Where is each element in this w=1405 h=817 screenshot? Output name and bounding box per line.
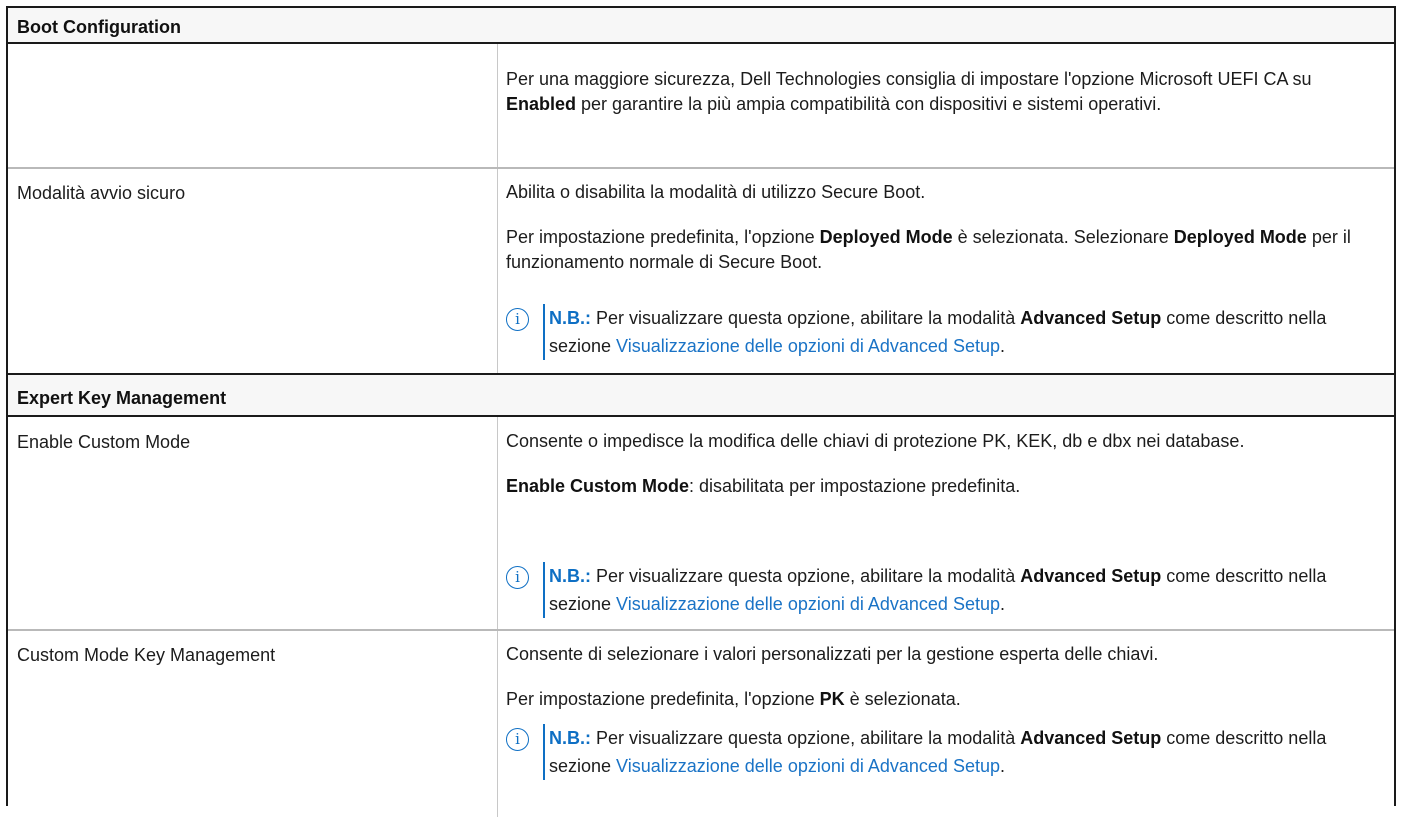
info-icon: i [506, 308, 529, 331]
desc-default: Enable Custom Mode: disabilitata per imp… [506, 476, 1021, 496]
row-custom-mode-key-management-desc: Consente di selezionare i valori persona… [506, 642, 1386, 712]
row-label-secure-boot-mode: Modalità avvio sicuro [17, 183, 186, 203]
column-divider [497, 417, 498, 817]
note-bar [543, 304, 545, 360]
info-icon: i [506, 728, 529, 751]
note-box: i N.B.: Per visualizzare questa opzione,… [506, 304, 1386, 360]
desc-default: Per impostazione predefinita, l'opzione … [506, 227, 1351, 272]
desc-default: Per impostazione predefinita, l'opzione … [506, 689, 961, 709]
advanced-setup-link[interactable]: Visualizzazione delle opzioni di Advance… [616, 756, 1000, 776]
advanced-setup-link[interactable]: Visualizzazione delle opzioni di Advance… [616, 336, 1000, 356]
desc-line: Consente di selezionare i valori persona… [506, 644, 1159, 664]
row-microsoft-uefi-desc: Per una maggiore sicurezza, Dell Technol… [506, 69, 1312, 114]
section-header-expert-key-management: Expert Key Management [8, 375, 1394, 415]
column-divider [497, 44, 498, 403]
section-header-boot-configuration: Boot Configuration [8, 8, 1394, 42]
divider [8, 42, 1394, 44]
row-label-custom-mode-key-management: Custom Mode Key Management [17, 645, 276, 665]
advanced-setup-link[interactable]: Visualizzazione delle opzioni di Advance… [616, 594, 1000, 614]
row-enable-custom-mode-desc: Consente o impedisce la modifica delle c… [506, 429, 1306, 499]
divider [8, 167, 1394, 169]
note-bar [543, 562, 545, 618]
desc-line: Consente o impedisce la modifica delle c… [506, 431, 1245, 451]
section-title: Boot Configuration [17, 17, 181, 37]
settings-table: Boot Configuration Per una maggiore sicu… [6, 6, 1396, 817]
note-box: i N.B.: Per visualizzare questa opzione,… [506, 724, 1386, 780]
desc-line: Abilita o disabilita la modalità di util… [506, 182, 926, 202]
note-bar [543, 724, 545, 780]
info-icon: i [506, 566, 529, 589]
row-label-enable-custom-mode: Enable Custom Mode [17, 432, 191, 452]
note-box: i N.B.: Per visualizzare questa opzione,… [506, 562, 1386, 618]
section-title: Expert Key Management [17, 388, 227, 408]
divider [8, 415, 1394, 417]
divider [8, 629, 1394, 631]
row-secure-boot-mode-desc: Abilita o disabilita la modalità di util… [506, 180, 1386, 275]
